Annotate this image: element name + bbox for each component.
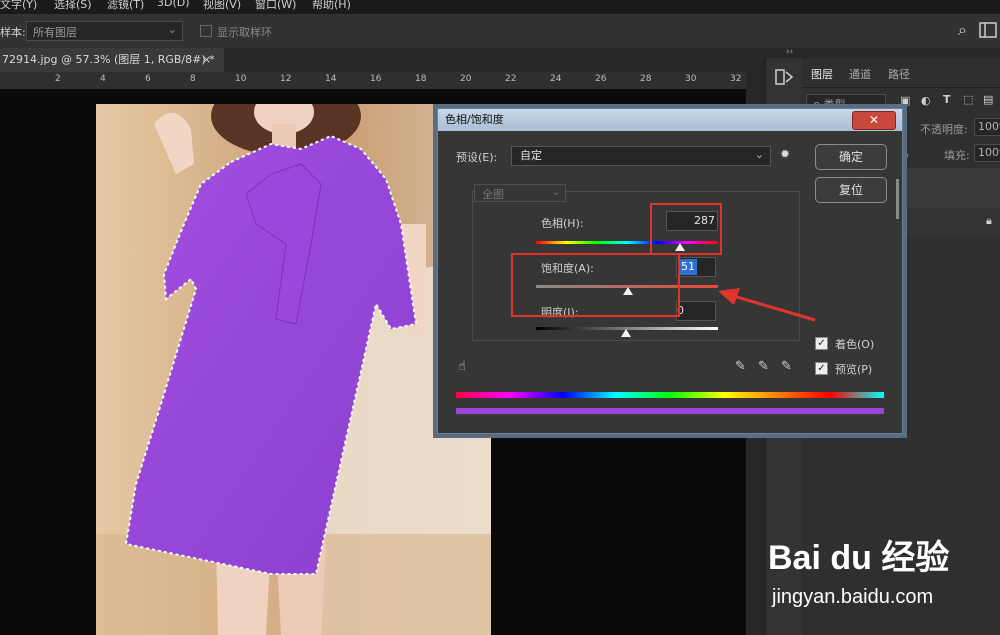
divider [802, 87, 1000, 88]
preset-select[interactable]: 自定 ⌄ [511, 146, 771, 166]
menu-select[interactable]: 选择(S) [54, 0, 92, 12]
ruler-tick: 16 [370, 74, 382, 84]
ruler-tick: 14 [325, 74, 337, 84]
options-bar: 样本: 所有图层 ⌄ 显示取样环 ⌕ [0, 14, 1000, 49]
saturation-value: 51 [679, 259, 697, 275]
ruler-tick: 20 [460, 74, 472, 84]
eyedropper-minus-icon[interactable]: ✎ [781, 359, 792, 374]
ruler-tick: 12 [280, 74, 292, 84]
chevron-down-icon: ⌄ [754, 148, 764, 161]
opacity-label: 不透明度: [920, 123, 968, 136]
colorize-label: 着色(O) [835, 338, 875, 351]
ruler-tick: 6 [145, 74, 151, 84]
targeted-adjustment-hand-icon[interactable]: ☝ [458, 359, 466, 374]
layer-lock-icon: 🔒︎ [986, 214, 992, 227]
show-ring-label: 显示取样环 [217, 26, 272, 39]
channel-value: 全图 [482, 188, 504, 201]
saturation-input[interactable]: 51 [676, 257, 716, 277]
tab-layers[interactable]: 图层 [811, 66, 833, 82]
lightness-slider-thumb[interactable] [621, 329, 631, 337]
tab-paths[interactable]: 路径 [888, 66, 910, 82]
ruler-tick: 32 [730, 74, 742, 84]
horizontal-ruler: 2 4 6 8 10 12 14 16 18 20 22 24 26 28 30… [0, 72, 746, 90]
fill-field[interactable]: 100% [974, 144, 1000, 162]
history-icon[interactable] [774, 68, 794, 86]
chevron-down-icon: ⌄ [551, 185, 561, 198]
smart-object-filter-icon[interactable]: ▤ [983, 93, 993, 106]
menu-filter[interactable]: 滤镜(T) [107, 0, 144, 12]
photo-model-purple-dress [96, 104, 491, 635]
output-color-bar [456, 408, 884, 414]
ruler-tick: 28 [640, 74, 652, 84]
preview-checkbox[interactable]: ✓ [815, 362, 828, 375]
ok-button[interactable]: 确定 [815, 144, 887, 170]
menu-help[interactable]: 帮助(H) [312, 0, 351, 12]
dialog-title: 色相/饱和度 [445, 113, 504, 126]
eyedropper-plus-icon[interactable]: ✎ [758, 359, 769, 374]
colorize-checkbox[interactable]: ✓ [815, 337, 828, 350]
reset-button[interactable]: 复位 [815, 177, 887, 203]
ruler-tick: 22 [505, 74, 517, 84]
fill-label: 填充: [944, 149, 970, 162]
close-icon[interactable]: × [202, 48, 211, 72]
document-tab-title: 72914.jpg @ 57.3% (图层 1, RGB/8#) * [2, 53, 215, 66]
preset-options-gear-icon[interactable]: ✹ [780, 147, 790, 161]
collapse-icon[interactable]: ›› [786, 47, 793, 57]
input-color-bar [456, 392, 884, 398]
fill-value: 100% [978, 146, 1000, 159]
ruler-tick: 26 [595, 74, 607, 84]
menu-text[interactable]: 文字(Y) [0, 0, 37, 12]
annotation-saturation-highlight [511, 253, 680, 317]
hue-label: 色相(H): [541, 217, 584, 230]
dialog-scrollbar[interactable] [896, 179, 899, 219]
sample-label: 样本: [0, 26, 26, 39]
opacity-value: 100% [978, 120, 1000, 133]
ruler-tick: 4 [100, 74, 106, 84]
pixel-filter-icon[interactable]: ▣ [900, 94, 910, 107]
sample-select[interactable]: 所有图层 ⌄ [26, 21, 183, 41]
channel-select[interactable]: 全图 ⌄ [474, 184, 566, 202]
ruler-tick: 2 [55, 74, 61, 84]
preview-label: 预览(P) [835, 363, 873, 376]
document-tab[interactable]: 72914.jpg @ 57.3% (图层 1, RGB/8#) * × [0, 48, 224, 72]
adjustment-filter-icon[interactable]: ◐ [921, 94, 931, 107]
document-image[interactable] [96, 104, 491, 635]
ruler-tick: 18 [415, 74, 427, 84]
ruler-tick: 30 [685, 74, 697, 84]
watermark-url: jingyan.baidu.com [772, 586, 934, 608]
eyedropper-icon[interactable]: ✎ [735, 359, 746, 374]
preset-label: 预设(E): [456, 151, 498, 164]
chevron-down-icon: ⌄ [167, 23, 177, 36]
opacity-field[interactable]: 100% [974, 118, 1000, 136]
shape-filter-icon[interactable]: ⬚ [963, 93, 973, 106]
close-button[interactable]: ✕ [852, 111, 896, 130]
workspace-icon[interactable] [979, 22, 997, 38]
sample-select-value: 所有图层 [33, 26, 77, 39]
dialog-title-bar[interactable]: 色相/饱和度 ✕ [438, 109, 902, 131]
watermark-brand: Bai du 经验 [768, 539, 950, 577]
tab-channels[interactable]: 通道 [849, 66, 871, 82]
menu-view[interactable]: 视图(V) [203, 0, 241, 12]
ruler-tick: 24 [550, 74, 562, 84]
show-ring-checkbox[interactable] [200, 25, 212, 37]
menu-bar: 文字(Y) 选择(S) 滤镜(T) 3D(D) 视图(V) 窗口(W) 帮助(H… [0, 0, 1000, 14]
type-filter-icon[interactable]: T [943, 93, 951, 106]
annotation-arrow [718, 288, 816, 322]
baidu-watermark: Bai du 经验 jingyan.baidu.com [768, 528, 998, 614]
annotation-hue-highlight [650, 203, 722, 255]
ruler-tick: 8 [190, 74, 196, 84]
menu-window[interactable]: 窗口(W) [255, 0, 296, 12]
ruler-tick: 10 [235, 74, 247, 84]
search-icon[interactable]: ⌕ [958, 20, 967, 40]
menu-3d[interactable]: 3D(D) [157, 0, 190, 9]
preset-value: 自定 [520, 149, 542, 162]
